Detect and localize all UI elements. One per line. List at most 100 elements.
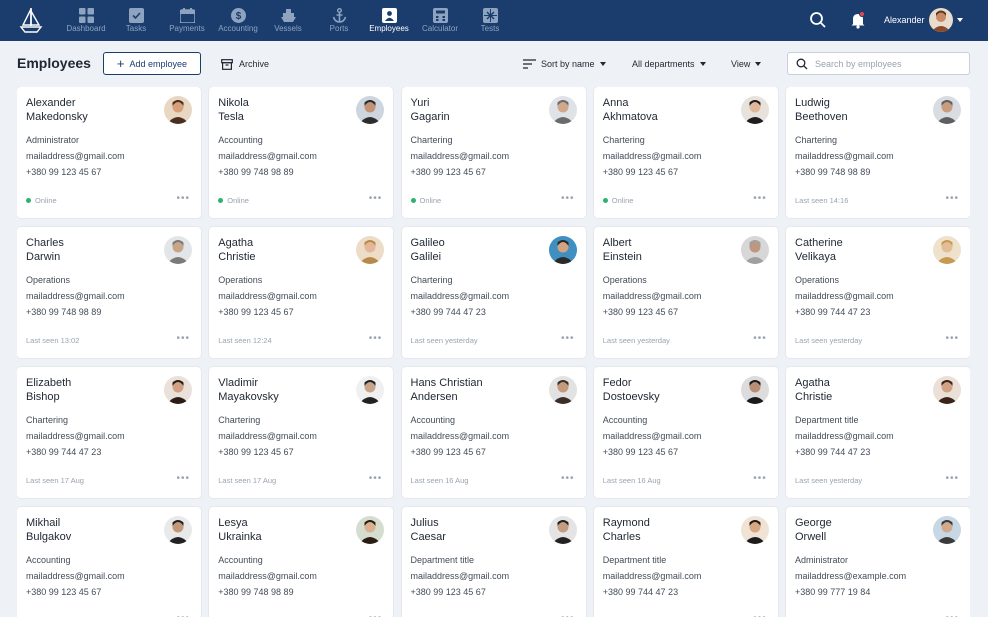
employee-phone[interactable]: +380 99 123 45 67 (603, 447, 678, 457)
employee-card[interactable]: Alexander Makedonsky Administrator mailaddr… (17, 87, 201, 218)
user-name[interactable]: Alexander (884, 15, 925, 25)
employee-email[interactable]: mailaddress@gmail.com (603, 431, 702, 441)
employee-name[interactable]: Hans Christian Andersen (411, 376, 541, 404)
more-options-icon[interactable]: ••• (561, 473, 575, 484)
employee-phone[interactable]: +380 99 123 45 67 (603, 307, 678, 317)
employee-card[interactable]: Julius Caesar Department title mailaddress@… (401, 507, 586, 617)
employee-name[interactable]: Vladimir Mayakovsky (218, 376, 348, 404)
employee-avatar[interactable] (356, 516, 385, 544)
more-options-icon[interactable]: ••• (176, 193, 190, 204)
employee-name[interactable]: Albert Einstein (603, 236, 733, 264)
employee-name[interactable]: Mikhail Bulgakov (26, 516, 156, 544)
more-options-icon[interactable]: ••• (561, 333, 575, 344)
employee-avatar[interactable] (164, 236, 192, 264)
employee-email[interactable]: mailaddress@gmail.com (603, 291, 702, 301)
employee-phone[interactable]: +380 99 123 45 67 (218, 447, 293, 457)
more-options-icon[interactable]: ••• (176, 333, 190, 344)
employee-name[interactable]: Anna Akhmatova (603, 96, 733, 124)
employee-avatar[interactable] (933, 96, 961, 124)
employee-email[interactable]: mailaddress@gmail.com (795, 291, 894, 301)
employee-name[interactable]: Julius Caesar (411, 516, 541, 544)
employee-card[interactable]: Nikola Tesla Accounting mailaddress@gmail.c… (209, 87, 394, 218)
employee-phone[interactable]: +380 99 748 98 89 (795, 167, 870, 177)
more-options-icon[interactable]: ••• (753, 333, 767, 344)
nav-item-tests[interactable]: Tests (460, 0, 520, 41)
employee-phone[interactable]: +380 99 744 47 23 (411, 307, 486, 317)
employee-card[interactable]: Hans Christian Andersen Accounting mailaddr… (401, 367, 586, 498)
employee-name[interactable]: Charles Darwin (26, 236, 156, 264)
employee-avatar[interactable] (740, 516, 769, 544)
more-options-icon[interactable]: ••• (753, 193, 767, 204)
employee-avatar[interactable] (548, 516, 577, 544)
chevron-down-icon[interactable] (957, 18, 963, 22)
employee-email[interactable]: mailaddress@gmail.com (26, 151, 125, 161)
employee-email[interactable]: mailaddress@gmail.com (603, 151, 702, 161)
employee-card[interactable]: Agatha Christie Operations mailaddress@gmai… (209, 227, 394, 358)
employee-email[interactable]: mailaddress@gmail.com (795, 151, 894, 161)
employee-email[interactable]: mailaddress@gmail.com (411, 151, 510, 161)
employee-email[interactable]: mailaddress@gmail.com (26, 431, 125, 441)
employee-avatar[interactable] (164, 96, 192, 124)
more-options-icon[interactable]: ••• (945, 613, 959, 617)
employee-card[interactable]: Yuri Gagarin Chartering mailaddress@gmail.c… (401, 87, 586, 218)
employee-card[interactable]: Elizabeth Bishop Chartering mailaddress@gma… (17, 367, 201, 498)
more-options-icon[interactable]: ••• (369, 613, 383, 617)
employee-phone[interactable]: +380 99 123 45 67 (411, 587, 486, 597)
add-employee-button[interactable]: + Add employee (103, 52, 201, 75)
employee-name[interactable]: Ludwig Beethoven (795, 96, 925, 124)
employee-phone[interactable]: +380 99 123 45 67 (26, 587, 101, 597)
employee-avatar[interactable] (164, 516, 192, 544)
employee-avatar[interactable] (356, 376, 385, 404)
employee-phone[interactable]: +380 99 777 19 84 (795, 587, 870, 597)
employee-avatar[interactable] (548, 236, 577, 264)
employee-name[interactable]: Alexander Makedonsky (26, 96, 156, 124)
more-options-icon[interactable]: ••• (753, 613, 767, 617)
employee-email[interactable]: mailaddress@gmail.com (218, 151, 317, 161)
employee-card[interactable]: Fedor Dostoevsky Accounting mailaddress@gma… (593, 367, 778, 498)
employee-phone[interactable]: +380 99 748 98 89 (26, 307, 101, 317)
employee-email[interactable]: mailaddress@gmail.com (218, 431, 317, 441)
more-options-icon[interactable]: ••• (369, 333, 383, 344)
employee-avatar[interactable] (740, 236, 769, 264)
departments-dropdown[interactable]: All departments (632, 58, 706, 70)
more-options-icon[interactable]: ••• (753, 473, 767, 484)
employee-card[interactable]: Catherine Velikaya Operations mailaddress@g… (786, 227, 970, 358)
employee-phone[interactable]: +380 99 123 45 67 (26, 167, 101, 177)
employee-email[interactable]: mailaddress@gmail.com (411, 291, 510, 301)
employee-phone[interactable]: +380 99 748 98 89 (218, 587, 293, 597)
employee-email[interactable]: mailaddress@gmail.com (26, 571, 125, 581)
search-icon[interactable] (809, 11, 827, 29)
employee-avatar[interactable] (933, 516, 961, 544)
employee-name[interactable]: Yuri Gagarin (411, 96, 541, 124)
employee-name[interactable]: Agatha Christie (218, 236, 348, 264)
employee-email[interactable]: mailaddress@gmail.com (795, 431, 894, 441)
employee-avatar[interactable] (933, 236, 961, 264)
more-options-icon[interactable]: ••• (945, 193, 959, 204)
employee-avatar[interactable] (740, 376, 769, 404)
employee-name[interactable]: Raymond Charles (603, 516, 733, 544)
employee-avatar[interactable] (740, 96, 769, 124)
employee-email[interactable]: mailaddress@example.com (795, 571, 906, 581)
employee-email[interactable]: mailaddress@gmail.com (26, 291, 125, 301)
employee-phone[interactable]: +380 99 744 47 23 (26, 447, 101, 457)
employee-phone[interactable]: +380 99 744 47 23 (795, 447, 870, 457)
employee-phone[interactable]: +380 99 123 45 67 (411, 167, 486, 177)
employee-name[interactable]: Galileo Galilei (411, 236, 541, 264)
employee-avatar[interactable] (164, 376, 192, 404)
more-options-icon[interactable]: ••• (561, 613, 575, 617)
employee-card[interactable]: Agatha Christie Department title mailaddres… (786, 367, 970, 498)
employee-name[interactable]: Elizabeth Bishop (26, 376, 156, 404)
employee-card[interactable]: Raymond Charles Department title mailaddres… (593, 507, 778, 617)
more-options-icon[interactable]: ••• (369, 193, 383, 204)
employee-phone[interactable]: +380 99 123 45 67 (603, 167, 678, 177)
employee-name[interactable]: Agatha Christie (795, 376, 925, 404)
more-options-icon[interactable]: ••• (176, 613, 190, 617)
employee-email[interactable]: mailaddress@gmail.com (603, 571, 702, 581)
employee-avatar[interactable] (356, 236, 385, 264)
employee-email[interactable]: mailaddress@gmail.com (218, 291, 317, 301)
employee-email[interactable]: mailaddress@gmail.com (218, 571, 317, 581)
more-options-icon[interactable]: ••• (369, 473, 383, 484)
employee-avatar[interactable] (356, 96, 385, 124)
employee-phone[interactable]: +380 99 748 98 89 (218, 167, 293, 177)
employee-card[interactable]: Lesya Ukrainka Accounting mailaddress@gmail… (209, 507, 394, 617)
